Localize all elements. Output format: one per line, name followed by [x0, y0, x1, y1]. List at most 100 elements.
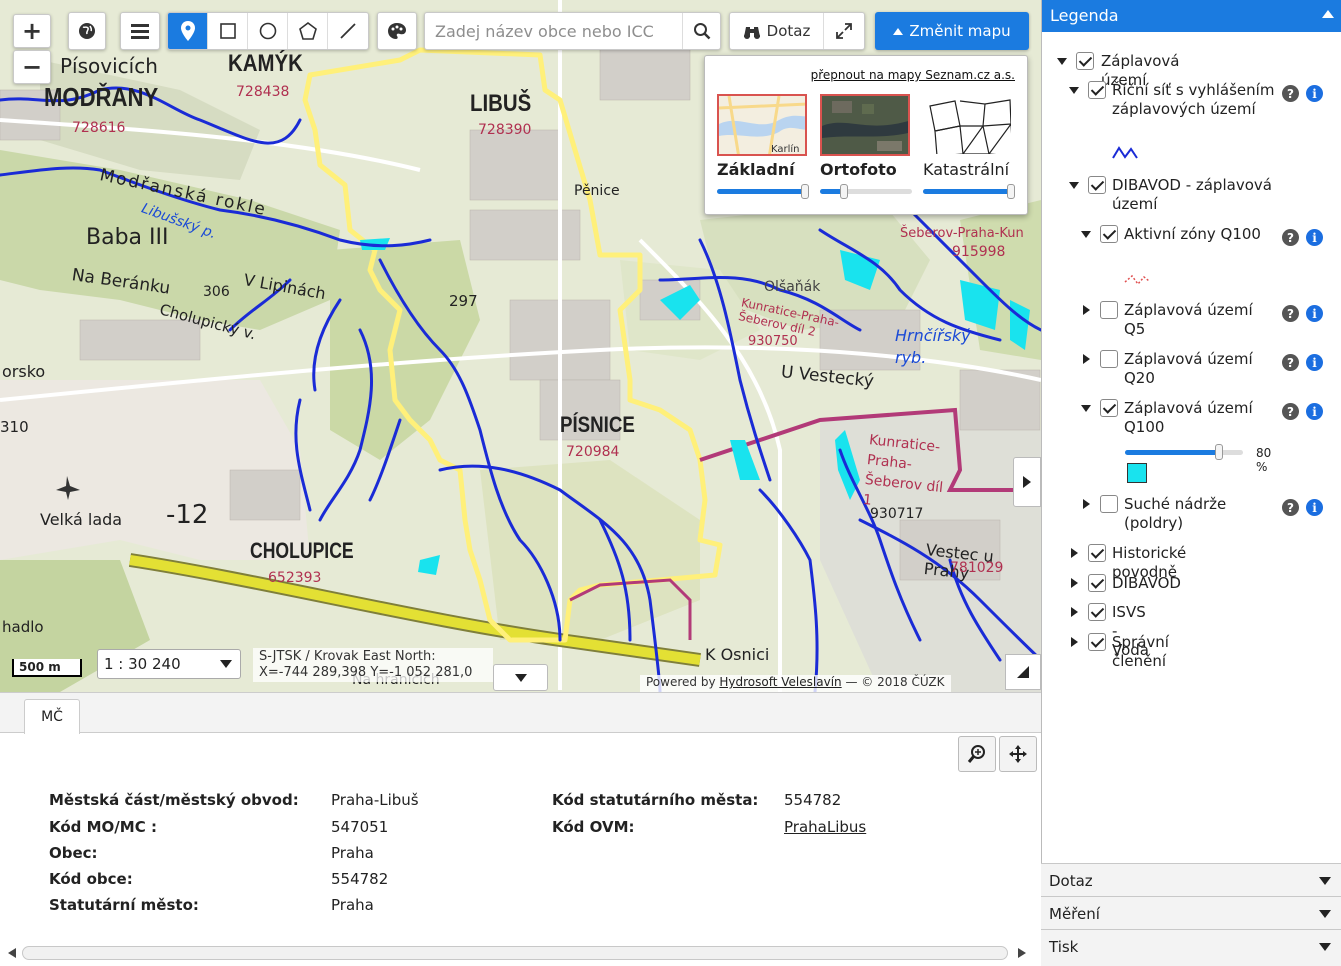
info-icon[interactable]: i: [1306, 305, 1323, 322]
binoculars-icon: [743, 27, 760, 39]
expand-icon: [836, 23, 852, 39]
search-input[interactable]: [425, 13, 683, 49]
scroll-left-icon[interactable]: [6, 948, 16, 958]
basemap-thumb-zakladni[interactable]: Karlín: [717, 94, 807, 156]
attribution: Powered by Hydrosoft Veleslavín — © 2018…: [640, 675, 951, 692]
globe-button[interactable]: [68, 12, 106, 50]
expand-toggle-icon[interactable]: [1069, 85, 1079, 95]
point-tool-button[interactable]: [168, 13, 208, 49]
legend-checkbox[interactable]: [1088, 603, 1106, 621]
ovm-link[interactable]: PrahaLibus: [784, 818, 866, 836]
legend-checkbox[interactable]: [1100, 301, 1118, 319]
scale-select[interactable]: 1 : 30 240: [97, 649, 241, 679]
info-icon[interactable]: i: [1306, 354, 1323, 371]
help-icon[interactable]: ?: [1282, 85, 1299, 102]
accordion-dotaz[interactable]: Dotaz: [1041, 863, 1341, 896]
expand-toggle-icon[interactable]: [1057, 56, 1067, 66]
rectangle-tool-button[interactable]: [208, 13, 248, 49]
opacity-slider-katastralni[interactable]: [923, 184, 1015, 199]
palette-button[interactable]: [377, 12, 417, 50]
opacity-slider-ortofoto[interactable]: [820, 184, 912, 199]
legend-checkbox[interactable]: [1076, 52, 1094, 70]
legend-checkbox[interactable]: [1088, 176, 1106, 194]
coordinate-system: S-JTSK / Krovak East North:: [259, 649, 436, 664]
expand-toggle-icon[interactable]: [1069, 637, 1079, 647]
legend-checkbox[interactable]: [1100, 225, 1118, 243]
slider-knob[interactable]: [1007, 184, 1015, 199]
toggle-legend-button[interactable]: [1013, 457, 1041, 507]
expand-toggle-icon[interactable]: [1069, 180, 1079, 190]
info-icon[interactable]: i: [1306, 85, 1323, 102]
zoom-to-feature-button[interactable]: [958, 736, 996, 772]
expand-toggle-icon[interactable]: [1081, 403, 1091, 413]
line-tool-button[interactable]: [328, 13, 368, 49]
seznam-link[interactable]: přepnout na mapy Seznam.cz a.s.: [811, 68, 1015, 82]
info-icon[interactable]: i: [1306, 499, 1323, 516]
basemap-thumb-ortofoto[interactable]: [820, 94, 910, 156]
help-icon[interactable]: ?: [1282, 403, 1299, 420]
attribution-link[interactable]: Hydrosoft Veleslavín: [719, 675, 841, 689]
slider-knob[interactable]: [801, 184, 809, 199]
tab-mc[interactable]: MČ: [24, 699, 80, 734]
help-icon[interactable]: ?: [1282, 354, 1299, 371]
accordion-mereni[interactable]: Měření: [1041, 896, 1341, 929]
line-icon: [340, 23, 356, 39]
toggle-bottom-panel-button[interactable]: [493, 664, 548, 691]
legend-checkbox[interactable]: [1100, 399, 1118, 417]
info-value: Praha-Libuš: [331, 791, 419, 809]
zoom-in-button[interactable]: +: [13, 14, 51, 48]
query-tools: Dotaz: [729, 12, 865, 50]
help-icon[interactable]: ?: [1282, 499, 1299, 516]
fullscreen-button[interactable]: [824, 13, 864, 49]
overview-map-button[interactable]: [1005, 654, 1041, 690]
accordion-tisk[interactable]: Tisk: [1041, 929, 1341, 966]
slider-knob[interactable]: [839, 184, 848, 199]
change-map-button[interactable]: Změnit mapu: [875, 12, 1029, 50]
active-zone-symbol-icon: [1124, 274, 1150, 286]
legend-checkbox[interactable]: [1088, 633, 1106, 651]
help-icon[interactable]: ?: [1282, 229, 1299, 246]
legend-checkbox[interactable]: [1088, 574, 1106, 592]
info-label: Kód MO/MC :: [49, 818, 157, 836]
circle-tool-button[interactable]: [248, 13, 288, 49]
scroll-track[interactable]: [22, 946, 1008, 960]
expand-toggle-icon[interactable]: [1081, 354, 1091, 364]
flood-area-swatch: [1127, 463, 1147, 483]
expand-toggle-icon[interactable]: [1081, 305, 1091, 315]
legend-checkbox[interactable]: [1088, 544, 1106, 562]
slider-knob[interactable]: [1215, 444, 1224, 460]
menu-button[interactable]: [120, 12, 160, 50]
legend-item-label: DIBAVOD - záplavová území: [1112, 176, 1272, 213]
globe-icon: [79, 23, 95, 39]
slider-fill: [717, 189, 809, 194]
horizontal-scrollbar[interactable]: [4, 943, 1036, 963]
expand-toggle-icon[interactable]: [1069, 607, 1079, 617]
rectangle-icon: [219, 23, 236, 39]
expand-toggle-icon[interactable]: [1069, 578, 1079, 588]
legend-header[interactable]: Legenda: [1042, 0, 1341, 32]
search-button[interactable]: [682, 13, 720, 49]
info-value: 554782: [784, 791, 842, 809]
pan-to-feature-button[interactable]: [999, 736, 1037, 772]
expand-toggle-icon[interactable]: [1069, 548, 1079, 558]
legend-checkbox[interactable]: [1088, 81, 1106, 99]
map-view[interactable]: MODŘANY KAMÝK 728438 728616 LIBUŠ 728390…: [0, 0, 1041, 692]
help-icon[interactable]: ?: [1282, 305, 1299, 322]
query-button[interactable]: Dotaz: [730, 13, 824, 49]
legend-checkbox[interactable]: [1100, 495, 1118, 513]
attribution-prefix: Powered by: [646, 675, 716, 689]
expand-toggle-icon[interactable]: [1081, 229, 1091, 239]
expand-toggle-icon[interactable]: [1081, 499, 1091, 509]
coordinate-values: X=-744 289,398 Y=-1 052 281,0: [259, 665, 473, 680]
info-icon[interactable]: i: [1306, 403, 1323, 420]
zoom-out-button[interactable]: −: [13, 50, 51, 84]
scroll-right-icon[interactable]: [1018, 948, 1028, 958]
chevron-right-icon: [1023, 476, 1031, 488]
q100-opacity-slider[interactable]: [1125, 444, 1243, 460]
basemap-thumb-katastralni[interactable]: [923, 94, 1013, 156]
opacity-slider-zakladni[interactable]: [717, 184, 809, 199]
polygon-tool-button[interactable]: [288, 13, 328, 49]
caret-up-icon: [893, 28, 904, 35]
info-icon[interactable]: i: [1306, 229, 1323, 246]
legend-checkbox[interactable]: [1100, 350, 1118, 368]
